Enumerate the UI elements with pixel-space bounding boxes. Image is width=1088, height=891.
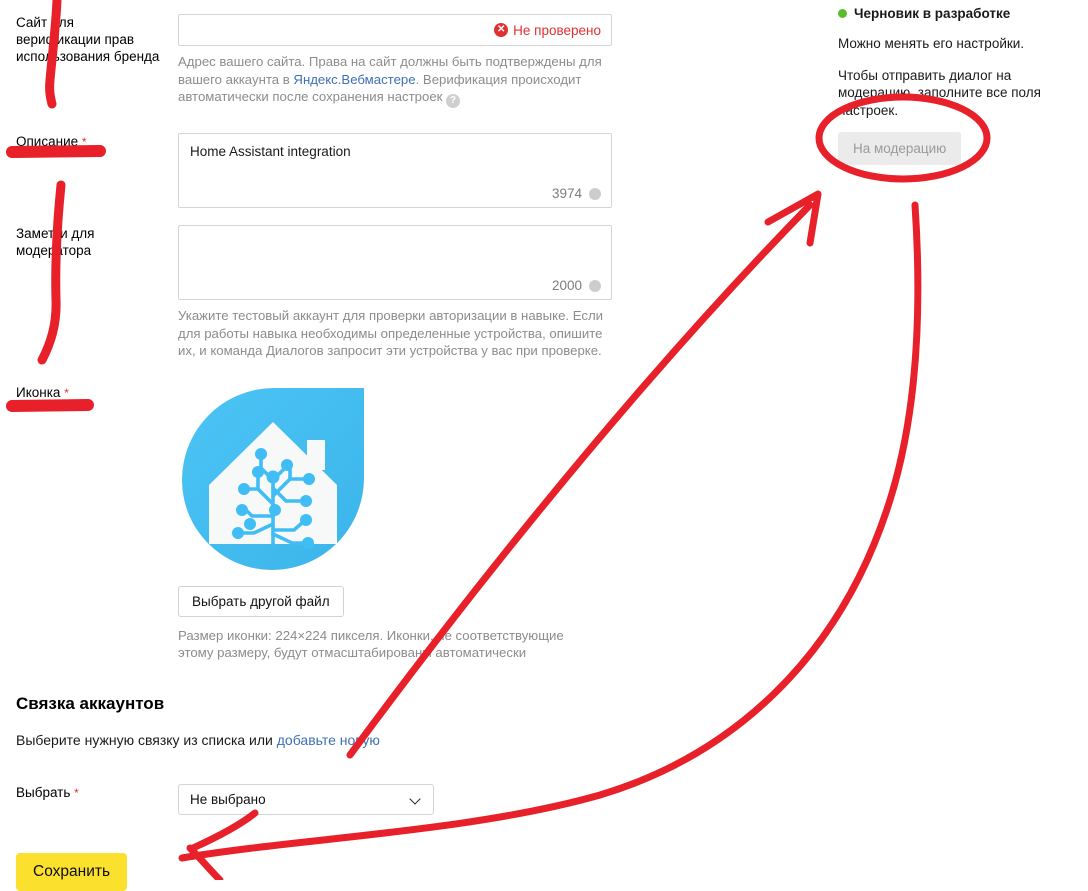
account-linking-subtitle: Выберите нужную связку из списка или доб… <box>16 732 700 748</box>
select-linking-label: Выбрать * <box>0 784 162 802</box>
form-row-site: Сайт для верификации прав использования … <box>0 14 700 108</box>
icon-label-text: Иконка <box>16 384 61 400</box>
chevron-down-icon <box>411 794 422 805</box>
description-required-mark: * <box>81 135 87 149</box>
icon-field-group: Выбрать другой файл Размер иконки: 224×2… <box>178 384 612 662</box>
moderator-notes-group: 2000 Укажите тестовый аккаунт для провер… <box>178 225 612 360</box>
site-verify-status: ✕ Не проверено <box>494 23 601 38</box>
icon-field-label: Иконка * <box>0 384 162 402</box>
annotation-arrow-to-moderation-head <box>764 190 822 247</box>
send-to-moderation-button: На модерацию <box>838 132 962 165</box>
resize-grip-icon[interactable] <box>589 187 601 200</box>
description-label-text: Описание <box>16 134 79 149</box>
account-linking-section: Связка аккаунтов Выберите нужную связку … <box>0 694 700 891</box>
status-sidebar: Черновик в разработке Можно менять его н… <box>838 0 1074 165</box>
moderator-notes-counter-value: 2000 <box>551 278 582 293</box>
skill-icon-preview <box>178 384 368 574</box>
add-new-linking-link[interactable]: добавьте новую <box>277 732 380 748</box>
form-row-icon: Иконка * Выбрать другой файл Размер икон… <box>0 384 700 662</box>
description-textarea[interactable]: Home Assistant integration 3974 <box>178 133 612 208</box>
description-field-group: Home Assistant integration 3974 <box>178 133 612 208</box>
description-counter-value: 3974 <box>551 186 582 201</box>
settings-page: Сайт для верификации прав использования … <box>0 0 1088 891</box>
description-field-label: Описание * <box>0 133 162 151</box>
site-field-hint: Адрес вашего сайта. Права на сайт должны… <box>178 53 602 108</box>
resize-grip-icon[interactable] <box>589 279 601 292</box>
sidebar-paragraph-2: Чтобы отправить диалог на модерацию, зап… <box>838 67 1041 118</box>
site-verify-status-text: Не проверено <box>513 22 601 38</box>
moderator-notes-textarea[interactable]: 2000 <box>178 225 612 300</box>
home-assistant-logo <box>182 387 364 570</box>
description-counter: 3974 <box>552 185 601 202</box>
choose-file-button[interactable]: Выбрать другой файл <box>178 585 344 617</box>
form-row-select-linking: Выбрать * Не выбрано <box>0 783 700 815</box>
site-input[interactable]: ✕ Не проверено <box>178 14 612 46</box>
site-field-label: Сайт для верификации прав использования … <box>16 15 160 64</box>
account-linking-select[interactable]: Не выбрано <box>178 783 434 815</box>
account-linking-title: Связка аккаунтов <box>16 693 165 713</box>
account-linking-subtitle-text: Выберите нужную связку из списка или <box>16 731 277 748</box>
settings-form: Сайт для верификации прав использования … <box>0 0 700 891</box>
sidebar-paragraph-1: Можно менять его настройки. <box>838 36 1025 51</box>
error-circle-icon: ✕ <box>494 23 509 37</box>
account-linking-select-value: Не выбрано <box>190 791 266 807</box>
select-linking-group: Не выбрано <box>178 783 612 815</box>
select-linking-required-mark: * <box>74 785 79 800</box>
save-button[interactable]: Сохранить <box>16 852 128 891</box>
form-row-moderator-notes: Заметки для модератора 2000 Укажите тест… <box>0 225 700 360</box>
draft-status: Черновик в разработке <box>838 6 1074 21</box>
description-textarea-value: Home Assistant integration <box>190 144 351 159</box>
draft-status-text: Черновик в разработке <box>854 6 1011 21</box>
icon-field-hint: Размер иконки: 224×224 пикселя. Иконки, … <box>178 627 564 661</box>
moderator-notes-hint: Укажите тестовый аккаунт для проверки ав… <box>178 308 604 358</box>
green-dot-icon <box>838 9 847 18</box>
select-linking-label-text: Выбрать <box>16 784 71 800</box>
webmaster-link[interactable]: Яндекс.Вебмастере <box>293 72 415 87</box>
moderator-notes-counter: 2000 <box>552 277 601 294</box>
question-mark-icon[interactable]: ? <box>446 94 461 108</box>
moderator-notes-label: Заметки для модератора <box>16 226 95 258</box>
form-row-description: Описание * Home Assistant integration 39… <box>0 133 700 208</box>
site-field-group: ✕ Не проверено Адрес вашего сайта. Права… <box>178 14 612 108</box>
icon-required-mark: * <box>64 385 69 400</box>
